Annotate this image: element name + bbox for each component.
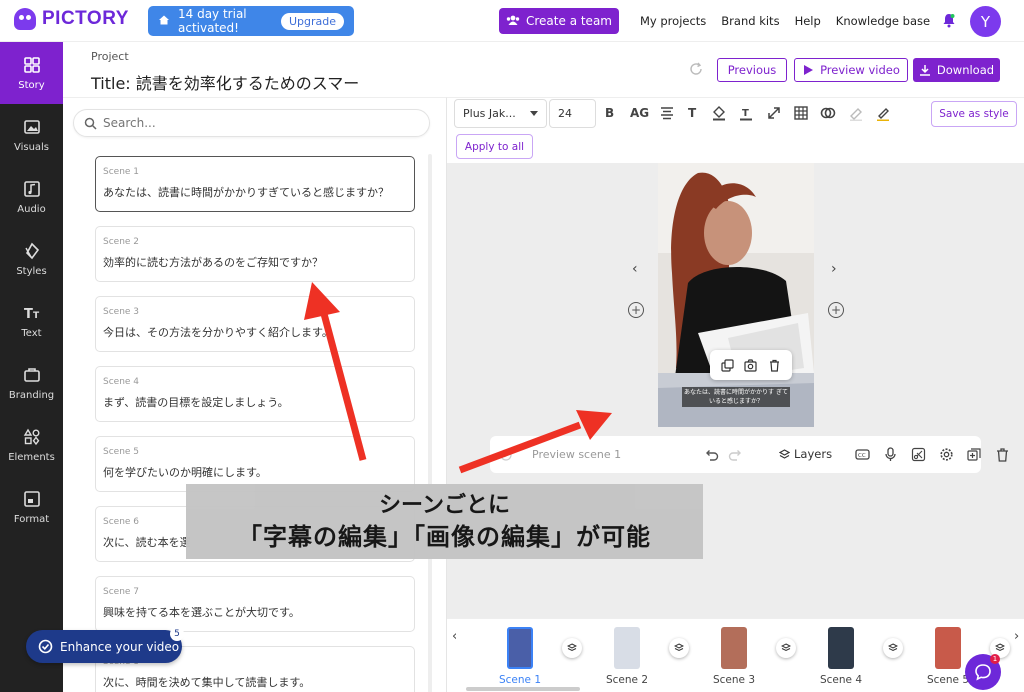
chat-notification-badge: 1 [990, 654, 1000, 664]
enhance-count-badge: 5 [170, 627, 184, 641]
red-arrow-up [319, 309, 367, 461]
chat-bubble-icon [975, 664, 991, 681]
enhance-video-button[interactable]: Enhance your video [26, 630, 182, 663]
caption-line-2: 「字幕の編集」「画像の編集」が可能 [238, 522, 651, 551]
red-arrow-up-head [304, 282, 340, 320]
red-arrow-right-head [576, 410, 612, 440]
caption-line-1: シーンごとに [379, 492, 510, 518]
annotation-arrows [304, 282, 612, 474]
enhance-label: Enhance your video [60, 639, 180, 654]
annotation-caption: シーンごとに 「字幕の編集」「画像の編集」が可能 [186, 484, 703, 559]
check-circle-icon [38, 639, 53, 654]
red-arrow-right [458, 421, 582, 474]
